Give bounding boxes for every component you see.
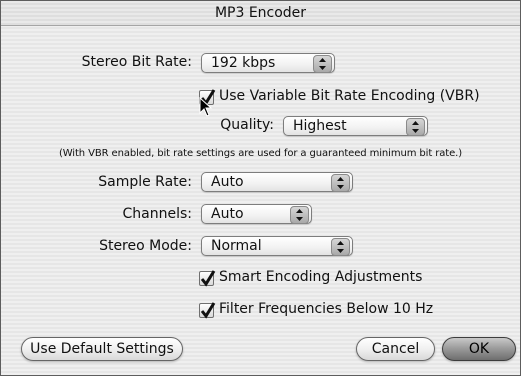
up-down-arrows-icon (290, 206, 309, 224)
quality-label: Quality: (220, 117, 274, 133)
ok-button[interactable]: OK (442, 337, 516, 361)
stereo-mode-popup[interactable]: Normal (201, 236, 353, 256)
up-down-arrows-icon (331, 238, 350, 256)
stereo-mode-label: Stereo Mode: (99, 238, 192, 254)
up-down-arrows-icon (406, 118, 425, 136)
stereo-bit-rate-popup[interactable]: 192 kbps (201, 53, 335, 73)
channels-value: Auto (211, 206, 244, 222)
use-default-settings-button[interactable]: Use Default Settings (21, 337, 183, 361)
up-down-arrows-icon (313, 55, 332, 73)
window-title: MP3 Encoder (214, 5, 307, 21)
smart-encoding-label: Smart Encoding Adjustments (219, 269, 423, 285)
vbr-checkbox-label: Use Variable Bit Rate Encoding (VBR) (219, 88, 480, 104)
checkmark-icon (200, 270, 216, 287)
vbr-note: (With VBR enabled, bit rate settings are… (58, 148, 463, 159)
filter-frequencies-checkbox[interactable] (199, 302, 216, 319)
smart-encoding-row[interactable]: Smart Encoding Adjustments (199, 269, 429, 289)
sample-rate-popup[interactable]: Auto (201, 172, 353, 192)
smart-encoding-checkbox[interactable] (199, 270, 216, 287)
cancel-button[interactable]: Cancel (356, 337, 435, 361)
channels-label: Channels: (122, 206, 193, 222)
title-bar[interactable]: MP3 Encoder (1, 1, 520, 26)
stereo-bit-rate-label: Stereo Bit Rate: (81, 54, 192, 70)
quality-value: Highest (293, 118, 347, 134)
filter-frequencies-label: Filter Frequencies Below 10 Hz (219, 301, 434, 317)
up-down-arrows-icon (331, 174, 350, 192)
filter-frequencies-row[interactable]: Filter Frequencies Below 10 Hz (199, 301, 449, 321)
stereo-bit-rate-value: 192 kbps (211, 55, 276, 71)
channels-popup[interactable]: Auto (201, 204, 312, 224)
vbr-checkbox-row[interactable]: Use Variable Bit Rate Encoding (VBR) (199, 88, 480, 108)
sample-rate-value: Auto (211, 174, 244, 190)
checkmark-icon (200, 302, 216, 319)
arrow-cursor-icon (199, 97, 213, 117)
sample-rate-label: Sample Rate: (98, 174, 192, 190)
mp3-encoder-dialog: MP3 Encoder Stereo Bit Rate: 192 kbps Us… (0, 0, 521, 376)
stereo-mode-value: Normal (211, 238, 262, 254)
quality-popup[interactable]: Highest (283, 116, 428, 136)
